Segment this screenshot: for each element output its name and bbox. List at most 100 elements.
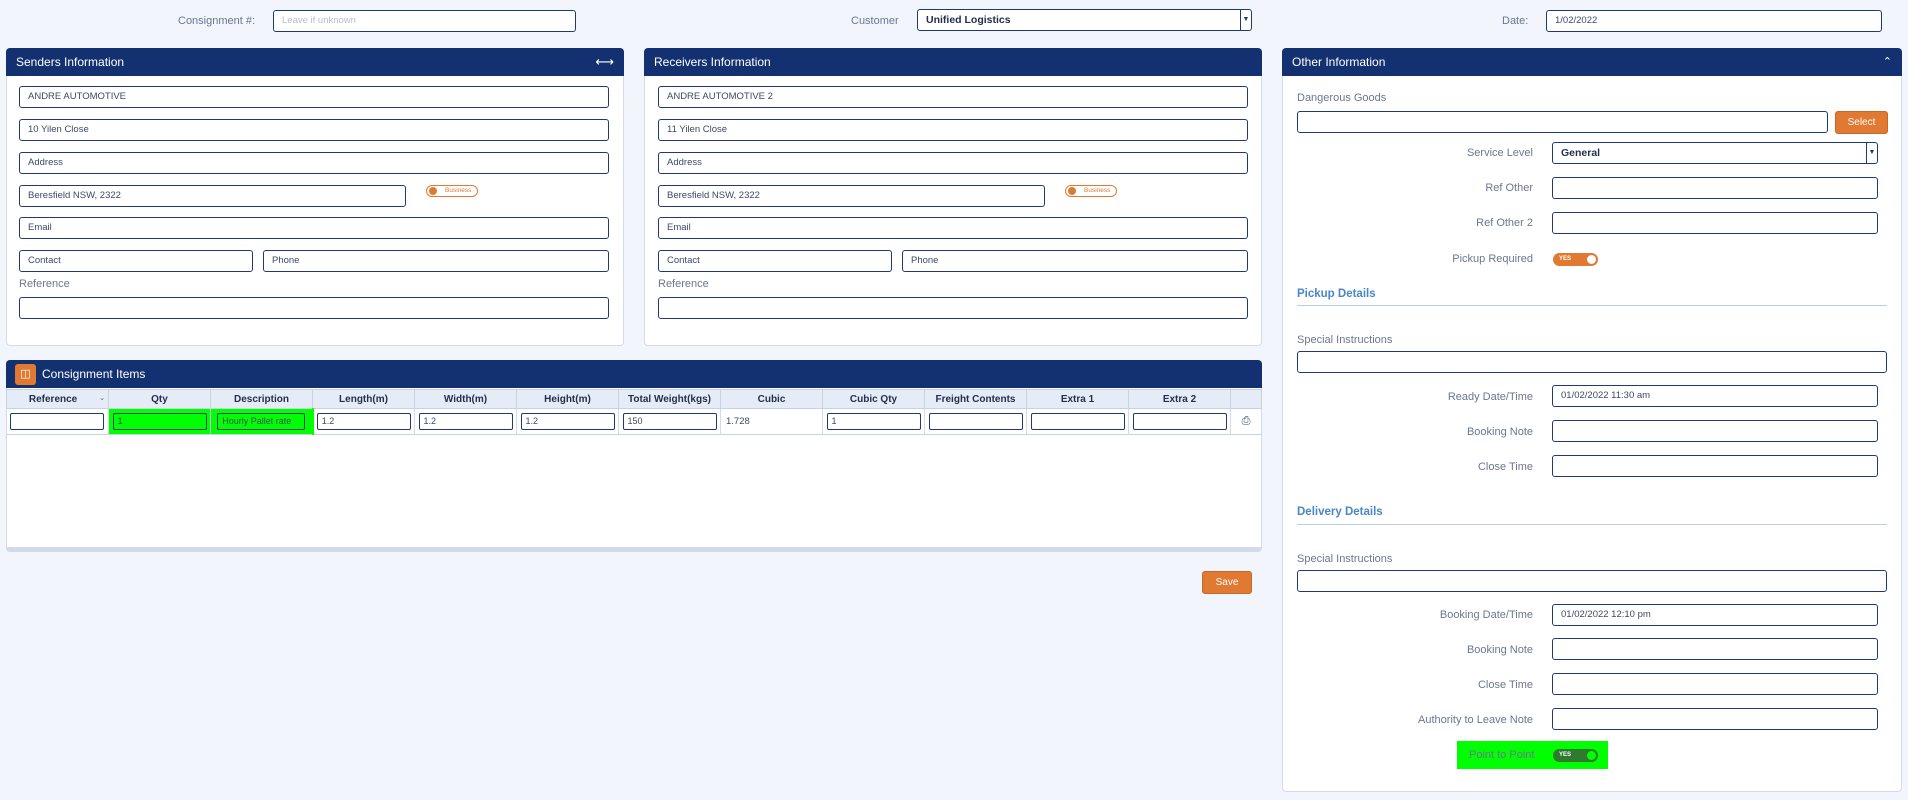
pickup-details-heading: Pickup Details — [1297, 288, 1376, 300]
date-input[interactable]: 1/02/2022 — [1546, 10, 1882, 32]
cell-width: 1.2 — [414, 408, 517, 435]
col-header-actions — [1230, 389, 1262, 409]
receiver-address-input[interactable]: Address — [658, 152, 1248, 174]
receiver-street-input[interactable]: 11 Yilen Close — [658, 119, 1248, 141]
sender-reference-input[interactable] — [19, 297, 609, 319]
item-extra2-input[interactable] — [1132, 413, 1227, 430]
chevron-up-icon[interactable]: ⌃ — [1883, 48, 1892, 76]
col-header-extra1[interactable]: Extra 1 — [1026, 389, 1129, 409]
cell-cubic: 1.728 — [720, 408, 823, 435]
ref-other-label: Ref Other — [1485, 182, 1533, 194]
customer-value: Unified Logistics — [926, 14, 1011, 26]
date-label: Date: — [1502, 15, 1529, 27]
chevron-down-icon[interactable]: ▼ — [1240, 10, 1251, 30]
item-width-input[interactable]: 1.2 — [418, 413, 513, 430]
receivers-header: Receivers Information — [644, 48, 1262, 76]
cell-weight: 150 — [618, 408, 721, 435]
col-header-reference[interactable]: Reference ⌄ — [6, 389, 109, 409]
item-qty-input[interactable]: 1 — [112, 413, 207, 430]
sender-reference-label: Reference — [19, 278, 70, 290]
delivery-special-label: Special Instructions — [1297, 553, 1393, 565]
item-weight-input[interactable]: 150 — [622, 413, 717, 430]
sort-icon[interactable]: ⌄ — [99, 394, 105, 402]
item-length-input[interactable]: 1.2 — [316, 413, 411, 430]
col-header-length[interactable]: Length(m) — [312, 389, 415, 409]
item-extra1-input[interactable] — [1030, 413, 1125, 430]
receiver-email-input[interactable]: Email — [658, 217, 1248, 239]
print-icon[interactable]: ⎙ — [1242, 415, 1251, 427]
sender-contact-input[interactable]: Contact — [19, 250, 253, 272]
toggle-knob — [1587, 255, 1596, 264]
sender-name-input[interactable]: ANDRE AUTOMOTIVE — [19, 86, 609, 108]
authority-to-leave-label: Authority to Leave Note — [1418, 714, 1533, 726]
other-info-header: Other Information ⌃ — [1282, 48, 1902, 76]
save-button[interactable]: Save — [1202, 571, 1252, 594]
receiver-suburb-input[interactable]: Beresfield NSW, 2322 — [658, 185, 1045, 207]
col-header-width[interactable]: Width(m) — [414, 389, 517, 409]
receiver-business-toggle[interactable]: Business — [1065, 185, 1117, 197]
item-description-input[interactable]: Hourly Pallet rate — [217, 413, 306, 430]
consignment-number-input[interactable]: Leave if unknown — [273, 10, 576, 32]
item-freight-input[interactable] — [928, 413, 1023, 430]
dangerous-goods-input[interactable] — [1297, 111, 1828, 133]
chevron-down-icon[interactable]: ▼ — [1866, 143, 1877, 163]
ready-datetime-input[interactable]: 01/02/2022 11:30 am — [1552, 385, 1878, 407]
columns-icon[interactable]: ◫ — [15, 364, 36, 385]
swap-arrows-icon[interactable]: ⟷ — [595, 48, 614, 76]
delivery-details-heading: Delivery Details — [1297, 506, 1383, 518]
pickup-booking-note-input[interactable] — [1552, 420, 1878, 442]
item-reference-input[interactable] — [10, 413, 105, 430]
col-header-cubic[interactable]: Cubic — [720, 389, 823, 409]
sender-suburb-input[interactable]: Beresfield NSW, 2322 — [19, 185, 406, 207]
receiver-name-input[interactable]: ANDRE AUTOMOTIVE 2 — [658, 86, 1248, 108]
ref-other2-input[interactable] — [1552, 212, 1878, 234]
pickup-close-time-input[interactable] — [1552, 455, 1878, 477]
receiver-contact-input[interactable]: Contact — [658, 250, 892, 272]
service-level-select[interactable]: General ▼ — [1552, 142, 1878, 164]
toggle-knob — [429, 187, 437, 195]
delivery-special-input[interactable] — [1297, 570, 1887, 592]
point-to-point-toggle[interactable]: YES — [1553, 749, 1598, 762]
cell-freight — [924, 408, 1027, 435]
pickup-close-time-label: Close Time — [1477, 461, 1533, 473]
toggle-label: Business — [445, 187, 472, 194]
horizontal-scrollbar[interactable] — [7, 547, 1261, 551]
pickup-special-input[interactable] — [1297, 351, 1887, 373]
col-header-qty[interactable]: Qty — [108, 389, 211, 409]
pickup-special-label: Special Instructions — [1297, 334, 1393, 346]
pickup-required-toggle[interactable]: YES — [1553, 253, 1598, 266]
booking-datetime-input[interactable]: 01/02/2022 12:10 pm — [1552, 604, 1878, 626]
delivery-booking-note-input[interactable] — [1552, 638, 1878, 660]
authority-to-leave-input[interactable] — [1552, 708, 1878, 730]
receivers-title: Receivers Information — [654, 55, 771, 69]
ref-other2-label: Ref Other 2 — [1476, 217, 1533, 229]
sender-email-input[interactable]: Email — [19, 217, 609, 239]
col-header-freight-contents[interactable]: Freight Contents — [924, 389, 1027, 409]
sender-address-input[interactable]: Address — [19, 152, 609, 174]
col-header-extra2[interactable]: Extra 2 — [1128, 389, 1231, 409]
cell-qty: 1 — [108, 408, 211, 435]
delivery-close-time-label: Close Time — [1477, 679, 1533, 691]
item-height-input[interactable]: 1.2 — [520, 413, 615, 430]
ref-other-input[interactable] — [1552, 177, 1878, 199]
receiver-reference-label: Reference — [658, 278, 709, 290]
sender-business-toggle[interactable]: Business — [426, 185, 478, 197]
col-header-height[interactable]: Height(m) — [516, 389, 619, 409]
sender-street-input[interactable]: 10 Yilen Close — [19, 119, 609, 141]
toggle-label: YES — [1559, 256, 1572, 262]
booking-datetime-label: Booking Date/Time — [1439, 609, 1533, 621]
pickup-required-label: Pickup Required — [1452, 253, 1533, 265]
delivery-close-time-input[interactable] — [1552, 673, 1878, 695]
col-header-weight[interactable]: Total Weight(kgs) — [618, 389, 721, 409]
cell-cubic-qty: 1 — [822, 408, 925, 435]
select-button[interactable]: Select — [1835, 111, 1888, 134]
customer-select[interactable]: Unified Logistics ▼ — [917, 9, 1252, 31]
col-header-cubic-qty[interactable]: Cubic Qty — [822, 389, 925, 409]
col-header-description[interactable]: Description — [210, 389, 313, 409]
sender-phone-input[interactable]: Phone — [263, 250, 609, 272]
item-cubic-qty-input[interactable]: 1 — [826, 413, 921, 430]
receiver-reference-input[interactable] — [658, 297, 1248, 319]
items-title: Consignment Items — [42, 367, 146, 381]
receiver-phone-input[interactable]: Phone — [902, 250, 1248, 272]
divider — [1297, 305, 1887, 306]
